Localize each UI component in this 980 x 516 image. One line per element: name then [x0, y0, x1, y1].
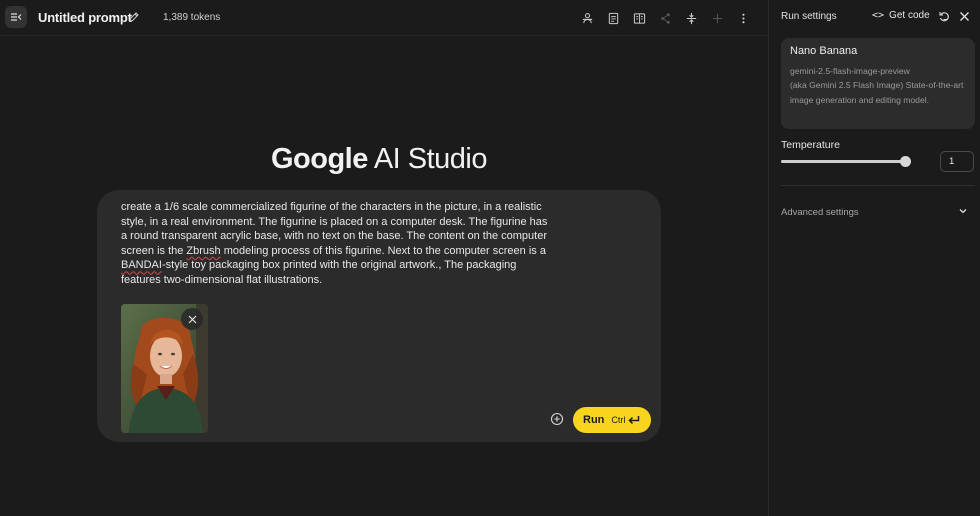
- share-button[interactable]: [658, 11, 672, 25]
- temperature-slider-track[interactable]: [781, 160, 906, 163]
- share-icon: [660, 12, 670, 24]
- compare-button[interactable]: [580, 11, 594, 25]
- run-label: Run: [583, 414, 605, 426]
- run-shortcut-label: Ctrl: [611, 415, 626, 425]
- menu-collapse-button[interactable]: [5, 6, 27, 28]
- prompt-title[interactable]: Untitled prompt: [38, 10, 132, 25]
- brand-title: Google AI Studio: [0, 143, 758, 176]
- enter-key-icon: [628, 416, 640, 425]
- run-button[interactable]: Run Ctrl: [573, 407, 651, 433]
- code-icon: <>: [872, 10, 885, 21]
- compress-button[interactable]: [684, 11, 698, 25]
- prompt-input[interactable]: create a 1/6 scale commercialized figuri…: [121, 200, 549, 288]
- add-media-icon[interactable]: [550, 412, 564, 426]
- prompt-card: create a 1/6 scale commercialized figuri…: [97, 190, 661, 442]
- more-options-button[interactable]: [736, 11, 750, 25]
- top-toolbar: Untitled prompt 1,389 tokens: [0, 0, 768, 36]
- model-id: gemini-2.5-flash-image-preview: [790, 66, 910, 76]
- advanced-settings-toggle[interactable]: Advanced settings: [781, 207, 859, 218]
- library-button[interactable]: [632, 11, 646, 25]
- brand-google: Google: [270, 143, 368, 175]
- book-icon: [633, 12, 645, 24]
- close-icon: [188, 315, 196, 323]
- model-description: gemini-2.5-flash-image-preview (aka Gemin…: [790, 64, 966, 107]
- more-vert-icon: [741, 13, 745, 23]
- main-panel: Untitled prompt 1,389 tokens Google AI S…: [0, 0, 768, 516]
- compress-icon: [686, 12, 696, 24]
- temperature-slider-thumb[interactable]: [900, 156, 911, 167]
- run-settings-panel: Run settings <> Get code Nano Banana gem…: [768, 0, 980, 516]
- prompt-text-segment: -style toy packaging box printed with th…: [121, 259, 517, 286]
- remove-image-button[interactable]: [181, 308, 203, 330]
- new-chat-button[interactable]: [710, 11, 724, 25]
- document-icon: [608, 12, 618, 24]
- run-settings-title: Run settings: [781, 11, 837, 22]
- instructions-button[interactable]: [606, 11, 620, 25]
- get-code-button[interactable]: <> Get code: [872, 10, 930, 21]
- divider: [781, 185, 975, 186]
- compare-icon: [582, 12, 592, 23]
- chevron-down-icon[interactable]: [957, 205, 969, 217]
- temperature-input[interactable]: 1: [940, 151, 974, 172]
- model-selector[interactable]: Nano Banana gemini-2.5-flash-image-previ…: [781, 38, 975, 129]
- reset-icon[interactable]: [938, 10, 951, 23]
- temperature-label: Temperature: [781, 139, 840, 151]
- prompt-text-segment: modeling process of this figurine. Next …: [220, 244, 546, 257]
- app-window: Untitled prompt 1,389 tokens Google AI S…: [0, 0, 980, 516]
- menu-collapse-icon: [11, 13, 22, 21]
- edit-icon[interactable]: [128, 11, 140, 23]
- close-panel-icon[interactable]: [958, 10, 971, 23]
- brand-studio: AI Studio: [367, 143, 488, 175]
- model-name: Nano Banana: [790, 45, 858, 57]
- token-count: 1,389 tokens: [163, 12, 221, 23]
- get-code-label: Get code: [889, 10, 930, 21]
- model-summary: (aka Gemini 2.5 Flash Image) State-of-th…: [790, 80, 964, 105]
- misspelled-word: Zbrush: [186, 244, 221, 257]
- add-icon: [712, 13, 722, 23]
- misspelled-word: BANDAI: [121, 259, 162, 272]
